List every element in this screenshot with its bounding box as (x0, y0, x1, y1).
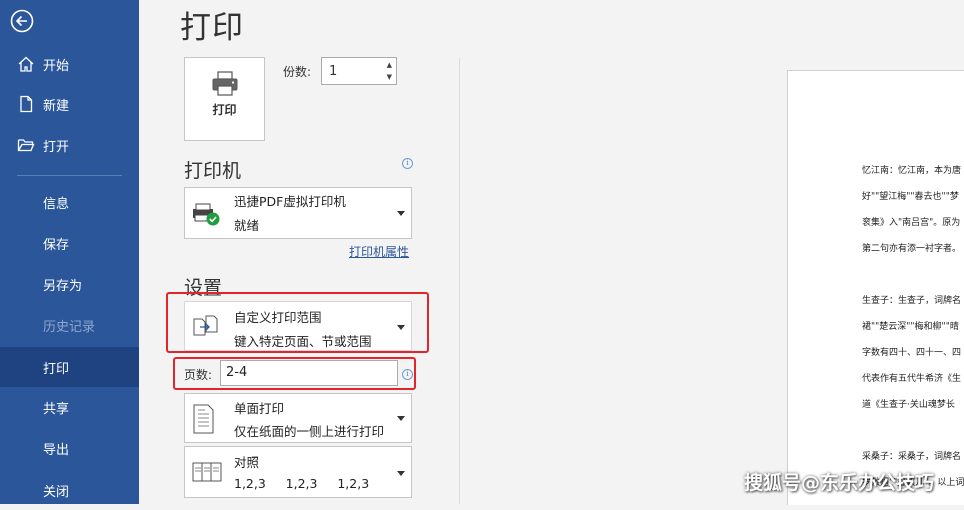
home-icon (18, 56, 34, 72)
watermark: 搜狐号@东乐办公技巧 (744, 472, 935, 494)
sidebar-item-save-as[interactable]: 另存为 (0, 264, 139, 304)
sidebar-item-label: 新建 (43, 99, 70, 114)
spin-down-icon[interactable]: ▼ (387, 73, 392, 81)
highlight-box-range (166, 292, 429, 353)
sides-title: 单面打印 (234, 401, 285, 416)
collate-title: 对照 (234, 455, 260, 470)
printer-dropdown[interactable]: 迅捷PDF虚拟打印机 就绪 (184, 187, 412, 239)
printer-name: 迅捷PDF虚拟打印机 (234, 194, 346, 209)
chevron-down-icon (397, 416, 405, 421)
sidebar-item-label: 关闭 (43, 485, 70, 500)
sides-dropdown[interactable]: 单面打印 仅在纸面的一侧上进行打印 (184, 393, 412, 443)
copies-stepper[interactable]: 1 ▲ ▼ (321, 57, 397, 85)
sidebar-item-label: 历史记录 (43, 320, 96, 335)
spin-up-icon[interactable]: ▲ (387, 61, 392, 69)
sidebar-item-home[interactable]: 开始 (0, 44, 139, 84)
printer-status: 就绪 (234, 218, 260, 233)
sidebar-item-label: 保存 (43, 238, 70, 253)
sidebar-item-label: 开始 (43, 59, 70, 74)
sidebar-item-label: 共享 (43, 402, 70, 417)
one-sided-icon (193, 404, 214, 434)
collate-icon (192, 462, 222, 482)
preview-line: 忆江南：忆江南，本为唐 (862, 166, 962, 176)
sidebar-item-new[interactable]: 新建 (0, 84, 139, 124)
copies-value[interactable]: 1 (329, 64, 337, 79)
sidebar-item-label: 打印 (43, 362, 70, 377)
preview-line: 第二句亦有添一衬字者。 (862, 244, 962, 254)
copies-label: 份数: (283, 65, 312, 79)
collate-dropdown[interactable]: 对照 1,2,3 1,2,3 1,2,3 (184, 446, 412, 498)
preview-line: 字数有四十、四十一、四 (862, 348, 962, 358)
sidebar-item-close[interactable]: 关闭 (0, 470, 139, 510)
sidebar-item-label: 另存为 (43, 279, 83, 294)
sidebar-item-share[interactable]: 共享 (0, 387, 139, 427)
print-button-label: 打印 (212, 103, 237, 117)
printer-section-title: 打印机 (184, 160, 242, 182)
highlight-box-pages (173, 357, 416, 390)
chevron-down-icon (397, 471, 405, 476)
preview-line: 好""望江梅""春去也""梦 (862, 192, 959, 202)
sidebar-item-label: 导出 (43, 443, 70, 458)
printer-icon (212, 71, 238, 96)
preview-line: 生查子：生查子，词牌名 (862, 296, 962, 306)
preview-line: 道《生查子·关山魂梦长 (862, 400, 955, 410)
printer-properties-link[interactable]: 打印机属性 (349, 243, 409, 260)
sidebar-item-label: 信息 (43, 197, 70, 212)
preview-line: 采桑子：采桑子，词牌名 (862, 452, 962, 462)
sidebar-item-print[interactable]: 打印 (0, 347, 139, 387)
back-arrow-icon[interactable] (10, 9, 34, 33)
sidebar-divider (17, 175, 122, 176)
preview-line: 衮集》入"南吕宫"。原为 (862, 218, 961, 228)
preview-line: 代表作有五代牛希济《生 (862, 374, 962, 384)
sidebar-item-label: 打开 (43, 140, 70, 155)
printer-ready-icon (193, 203, 220, 226)
open-folder-icon (17, 139, 35, 152)
sides-subtitle: 仅在纸面的一侧上进行打印 (234, 424, 385, 439)
preview-page: 忆江南：忆江南，本为唐 好""望江梅""春去也""梦 衮集》入"南吕宫"。原为 … (787, 70, 964, 505)
preview-line: 裙""楚云深""梅和柳""晴 (862, 322, 959, 332)
print-button[interactable]: 打印 (184, 57, 265, 141)
new-document-icon (20, 95, 33, 113)
sidebar-item-save[interactable]: 保存 (0, 223, 139, 263)
page-title: 打印 (180, 10, 244, 46)
sidebar-item-export[interactable]: 导出 (0, 428, 139, 468)
sidebar-item-info[interactable]: 信息 (0, 182, 139, 222)
printer-info-icon[interactable]: i (402, 158, 413, 169)
chevron-down-icon (397, 211, 405, 216)
backstage-sidebar: 开始 新建 打开 信息 保存 另存为 历史记录 打印 共享 导出 关闭 (0, 0, 139, 504)
sidebar-item-history: 历史记录 (0, 305, 139, 345)
collate-subtitle: 1,2,3 1,2,3 1,2,3 (234, 476, 370, 491)
sidebar-item-open[interactable]: 打开 (0, 125, 139, 165)
